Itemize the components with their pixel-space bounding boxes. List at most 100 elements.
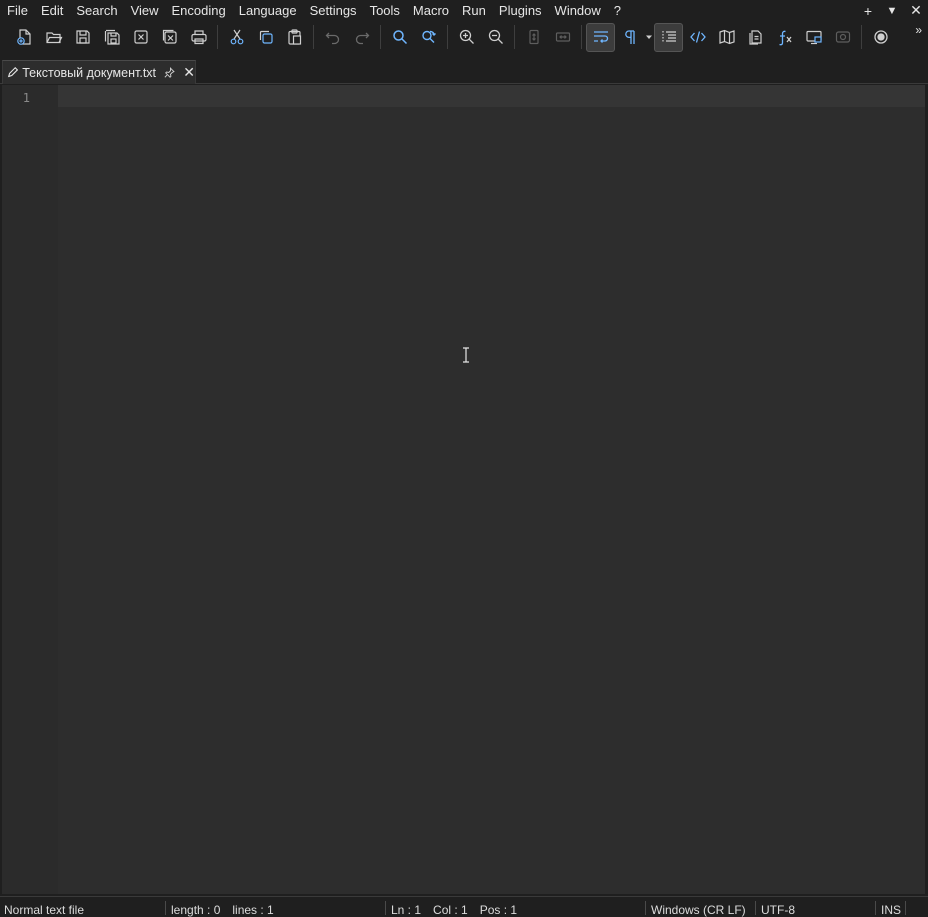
status-pos: Pos : 1	[479, 903, 518, 917]
menu-macro[interactable]: Macro	[406, 0, 455, 21]
toolbar: »	[0, 21, 928, 53]
status-divider	[905, 901, 906, 915]
tab-bar: Текстовый документ.txt ✕	[0, 58, 928, 84]
status-eol[interactable]: Windows (CR LF)	[651, 903, 746, 917]
text-area[interactable]	[58, 85, 925, 894]
print-button[interactable]	[184, 23, 213, 52]
window-controls: + ▼ ✕	[856, 0, 928, 21]
open-file-icon	[45, 32, 62, 44]
redo-icon	[355, 32, 369, 45]
print-icon	[190, 30, 207, 45]
save-button[interactable]	[68, 23, 97, 52]
toolbar-separator	[217, 25, 218, 49]
status-encoding[interactable]: UTF-8	[761, 903, 795, 917]
menu-language[interactable]: Language	[232, 0, 303, 21]
document-map-icon	[718, 29, 735, 45]
monitoring-icon	[835, 31, 850, 43]
record-macro-icon	[873, 30, 888, 44]
document-tab[interactable]: Текстовый документ.txt ✕	[2, 60, 196, 84]
menu-bar: File Edit Search View Encoding Language …	[0, 0, 928, 21]
paste-icon	[287, 29, 301, 45]
status-document-stats: length : 0 lines : 1	[171, 903, 274, 917]
pin-icon[interactable]	[164, 66, 175, 79]
save-icon	[75, 30, 90, 44]
toolbar-separator	[313, 25, 314, 49]
new-tab-button[interactable]: +	[856, 3, 880, 19]
line-number: 1	[22, 91, 30, 105]
chevron-down-icon	[646, 35, 652, 39]
save-all-button[interactable]	[97, 23, 126, 52]
function-list-button[interactable]	[770, 23, 799, 52]
menu-help[interactable]: ?	[607, 0, 627, 21]
cut-button[interactable]	[222, 23, 251, 52]
indent-guide-button[interactable]	[654, 22, 683, 52]
text-cursor-icon	[463, 347, 469, 363]
menu-settings[interactable]: Settings	[303, 0, 363, 21]
show-all-characters-icon	[624, 30, 635, 44]
status-divider	[165, 901, 166, 915]
status-divider	[875, 901, 876, 915]
tab-title: Текстовый документ.txt	[22, 65, 157, 80]
menu-search[interactable]: Search	[69, 0, 123, 21]
status-divider	[385, 901, 386, 915]
close-all-icon	[162, 29, 177, 44]
zoom-in-icon	[459, 29, 474, 44]
find-icon	[392, 30, 407, 45]
find-button[interactable]	[385, 23, 414, 52]
status-length: length : 0	[171, 903, 221, 917]
status-file-type: Normal text file	[4, 903, 85, 917]
menu-window[interactable]: Window	[548, 0, 607, 21]
menu-tools[interactable]: Tools	[363, 0, 406, 21]
redo-button[interactable]	[347, 23, 376, 52]
document-list-button[interactable]	[741, 23, 770, 52]
status-insert-mode[interactable]: INS	[881, 903, 901, 917]
toolbar-separator	[380, 25, 381, 49]
word-wrap-icon	[593, 31, 608, 43]
status-col: Col : 1	[433, 903, 468, 917]
toolbar-separator	[514, 25, 515, 49]
status-caret-position[interactable]: Ln : 1 Col : 1 Pos : 1	[391, 903, 517, 917]
close-all-button[interactable]	[155, 23, 184, 52]
close-button[interactable]	[126, 23, 155, 52]
menu-file[interactable]: File	[0, 0, 34, 21]
replace-button[interactable]	[414, 23, 443, 52]
toolbar-overflow-chevron-icon[interactable]: »	[915, 23, 922, 37]
new-file-icon	[16, 29, 31, 45]
menu-view[interactable]: View	[124, 0, 165, 21]
menu-edit[interactable]: Edit	[34, 0, 69, 21]
menu-encoding[interactable]: Encoding	[165, 0, 232, 21]
xml-tag-icon	[689, 31, 706, 43]
sync-horizontal-button[interactable]	[548, 23, 577, 52]
document-map-button[interactable]	[712, 23, 741, 52]
undo-button[interactable]	[318, 23, 347, 52]
copy-button[interactable]	[251, 23, 280, 52]
record-macro-button[interactable]	[866, 23, 895, 52]
line-number-gutter: 1	[2, 85, 58, 894]
close-document-button[interactable]: ✕	[904, 2, 928, 19]
editor[interactable]: 1	[2, 85, 925, 894]
toolbar-separator	[861, 25, 862, 49]
zoom-out-button[interactable]	[481, 23, 510, 52]
new-file-button[interactable]	[10, 23, 39, 52]
document-list-icon	[748, 30, 762, 45]
monitoring-button[interactable]	[828, 23, 857, 52]
sync-vertical-button[interactable]	[519, 23, 548, 52]
indent-guide-icon	[661, 31, 676, 43]
close-icon	[133, 30, 148, 44]
tab-list-dropdown-button[interactable]: ▼	[880, 5, 904, 17]
folder-workspace-button[interactable]	[799, 23, 828, 52]
copy-icon	[259, 30, 273, 44]
menu-plugins[interactable]: Plugins	[492, 0, 548, 21]
zoom-out-icon	[488, 29, 503, 44]
replace-icon	[421, 30, 436, 43]
close-tab-icon[interactable]: ✕	[183, 64, 195, 81]
open-file-button[interactable]	[39, 23, 68, 52]
paste-button[interactable]	[280, 23, 309, 52]
show-all-characters-button[interactable]	[615, 23, 644, 52]
menu-run[interactable]: Run	[455, 0, 492, 21]
word-wrap-button[interactable]	[586, 22, 615, 52]
xml-tag-button[interactable]	[683, 23, 712, 52]
show-symbol-dropdown[interactable]	[644, 23, 654, 52]
cut-icon	[230, 29, 243, 45]
zoom-in-button[interactable]	[452, 23, 481, 52]
